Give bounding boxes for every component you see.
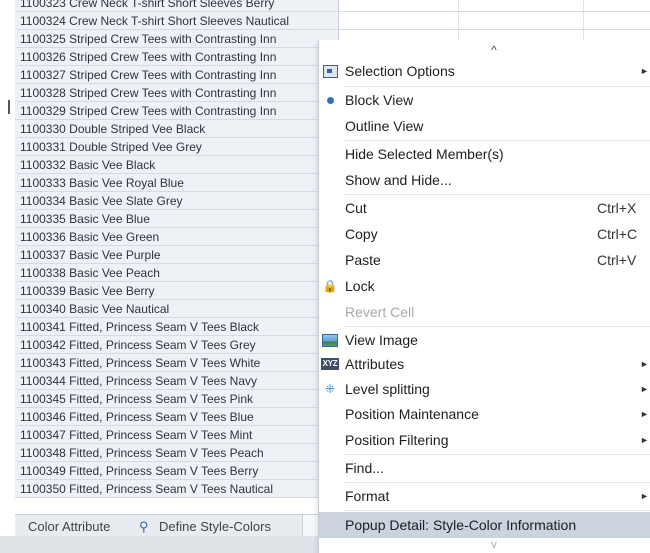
- member-name-cell[interactable]: 1100344 Fitted, Princess Seam V Tees Nav…: [15, 372, 339, 389]
- grid-cell[interactable]: [459, 12, 584, 29]
- submenu-arrow-icon: ►: [640, 384, 649, 394]
- submenu-arrow-icon: ►: [640, 359, 649, 369]
- member-name-cell[interactable]: 1100326 Striped Crew Tees with Contrasti…: [15, 48, 339, 65]
- menu-item-format[interactable]: Format ►: [319, 483, 650, 509]
- menu-item-label: Outline View: [345, 118, 424, 134]
- submenu-arrow-icon: ►: [640, 66, 649, 76]
- radio-selected-icon: [321, 91, 339, 109]
- member-name-cell[interactable]: 1100342 Fitted, Princess Seam V Tees Gre…: [15, 336, 339, 353]
- menu-item-label: Block View: [345, 92, 414, 108]
- member-name-cell[interactable]: 1100323 Crew Neck T-shirt Short Sleeves …: [15, 0, 339, 11]
- menu-item-label: View Image: [345, 332, 418, 348]
- menu-item-block-view[interactable]: Block View: [319, 87, 650, 113]
- menu-item-label: Paste: [345, 252, 381, 268]
- member-name-cell[interactable]: 1100332 Basic Vee Black: [15, 156, 339, 173]
- member-name-cell[interactable]: 1100346 Fitted, Princess Seam V Tees Blu…: [15, 408, 339, 425]
- menu-item-label: Attributes: [345, 356, 405, 372]
- member-name-cell[interactable]: 1100334 Basic Vee Slate Grey: [15, 192, 339, 209]
- menu-item-view-image[interactable]: View Image: [319, 327, 650, 353]
- member-name-cell[interactable]: 1100340 Basic Vee Nautical: [15, 300, 339, 317]
- level-splitting-icon: ⁜: [324, 382, 336, 396]
- menu-item-label: Selection Options: [345, 63, 455, 79]
- menu-item-lock[interactable]: 🔒 Lock: [319, 273, 650, 299]
- menu-item-label: Position Filtering: [345, 432, 449, 448]
- member-name-cell[interactable]: 1100337 Basic Vee Purple: [15, 246, 339, 263]
- menu-item-hide-selected-members[interactable]: Hide Selected Member(s): [319, 141, 650, 167]
- menu-item-cut[interactable]: Cut Ctrl+X: [319, 195, 650, 221]
- menu-item-show-and-hide[interactable]: Show and Hide...: [319, 167, 650, 193]
- member-name-cell[interactable]: 1100341 Fitted, Princess Seam V Tees Bla…: [15, 318, 339, 335]
- menu-separator: [345, 510, 650, 511]
- member-name-cell[interactable]: 1100327 Striped Crew Tees with Contrasti…: [15, 66, 339, 83]
- shortcut-label: Ctrl+V: [597, 252, 637, 268]
- menu-item-outline-view[interactable]: Outline View: [319, 113, 650, 139]
- menu-item-label: Show and Hide...: [345, 172, 452, 188]
- member-name-cell[interactable]: 1100347 Fitted, Princess Seam V Tees Min…: [15, 426, 339, 443]
- menu-item-label: Hide Selected Member(s): [345, 146, 504, 162]
- menu-item-position-filtering[interactable]: Position Filtering ►: [319, 427, 650, 453]
- member-name-cell[interactable]: 1100336 Basic Vee Green: [15, 228, 339, 245]
- menu-item-label: Revert Cell: [345, 304, 415, 320]
- menu-item-label: Popup Detail: Style-Color Information: [345, 517, 577, 533]
- menu-item-position-maintenance[interactable]: Position Maintenance ►: [319, 401, 650, 427]
- member-name-cell[interactable]: 1100338 Basic Vee Peach: [15, 264, 339, 281]
- menu-item-paste[interactable]: Paste Ctrl+V: [319, 247, 650, 273]
- shortcut-label: Ctrl+X: [597, 200, 637, 216]
- menu-item-label: Lock: [345, 278, 375, 294]
- grid-cell[interactable]: [339, 0, 459, 11]
- menu-item-label: Find...: [345, 460, 384, 476]
- table-row[interactable]: 1100324 Crew Neck T-shirt Short Sleeves …: [15, 12, 650, 30]
- image-icon: [321, 331, 339, 349]
- menu-item-revert-cell: Revert Cell: [319, 299, 650, 325]
- menu-scroll-up-arrow[interactable]: ^: [319, 42, 650, 58]
- member-name-cell[interactable]: 1100330 Double Striped Vee Black: [15, 120, 339, 137]
- xyz-icon-text: XYZ: [320, 358, 340, 370]
- member-name-cell[interactable]: 1100328 Striped Crew Tees with Contrasti…: [15, 84, 339, 101]
- member-name-cell[interactable]: 1100325 Striped Crew Tees with Contrasti…: [15, 30, 339, 47]
- row-marker: [8, 100, 10, 114]
- lock-icon: 🔒: [322, 279, 338, 293]
- selection-options-icon: [321, 62, 339, 80]
- member-name-cell[interactable]: 1100350 Fitted, Princess Seam V Tees Nau…: [15, 480, 339, 497]
- tab-label: Define Style-Colors: [159, 518, 271, 534]
- member-name-cell[interactable]: 1100339 Basic Vee Berry: [15, 282, 339, 299]
- menu-item-attributes[interactable]: XYZ Attributes ►: [319, 351, 650, 377]
- menu-item-selection-options[interactable]: Selection Options ►: [319, 58, 650, 84]
- tab-define-style-colors[interactable]: ⚲ Define Style-Colors: [139, 515, 271, 537]
- menu-item-popup-detail[interactable]: Popup Detail: Style-Color Information: [319, 512, 650, 538]
- member-name-cell[interactable]: 1100329 Striped Crew Tees with Contrasti…: [15, 102, 339, 119]
- member-name-cell[interactable]: 1100324 Crew Neck T-shirt Short Sleeves …: [15, 12, 339, 29]
- member-name-cell[interactable]: 1100348 Fitted, Princess Seam V Tees Pea…: [15, 444, 339, 461]
- table-row[interactable]: 1100323 Crew Neck T-shirt Short Sleeves …: [15, 0, 650, 12]
- member-name-cell[interactable]: 1100335 Basic Vee Blue: [15, 210, 339, 227]
- submenu-arrow-icon: ►: [640, 409, 649, 419]
- shortcut-label: Ctrl+C: [597, 226, 638, 242]
- menu-item-label: Cut: [345, 200, 367, 216]
- member-name-cell[interactable]: 1100349 Fitted, Princess Seam V Tees Ber…: [15, 462, 339, 479]
- menu-scroll-down-arrow[interactable]: v: [319, 536, 650, 552]
- tab-color-attribute[interactable]: Color Attribute: [28, 515, 110, 537]
- context-menu: ^ Selection Options ► Block View Outline…: [318, 40, 650, 553]
- grid-cell[interactable]: [459, 0, 584, 11]
- menu-item-label: Position Maintenance: [345, 406, 479, 422]
- menu-item-find[interactable]: Find...: [319, 455, 650, 481]
- member-name-cell[interactable]: 1100331 Double Striped Vee Grey: [15, 138, 339, 155]
- submenu-arrow-icon: ►: [640, 491, 649, 501]
- menu-item-label: Format: [345, 488, 390, 504]
- menu-item-label: Copy: [345, 226, 378, 242]
- member-name-cell[interactable]: 1100343 Fitted, Princess Seam V Tees Whi…: [15, 354, 339, 371]
- pin-icon: ⚲: [139, 518, 149, 534]
- member-name-cell[interactable]: 1100333 Basic Vee Royal Blue: [15, 174, 339, 191]
- member-name-cell[interactable]: 1100345 Fitted, Princess Seam V Tees Pin…: [15, 390, 339, 407]
- tab-label: Color Attribute: [28, 518, 111, 534]
- menu-item-copy[interactable]: Copy Ctrl+C: [319, 221, 650, 247]
- submenu-arrow-icon: ►: [640, 435, 649, 445]
- grid-cell[interactable]: [339, 12, 459, 29]
- menu-item-label: Level splitting: [345, 381, 430, 397]
- xyz-icon: XYZ: [320, 355, 340, 373]
- menu-item-level-splitting[interactable]: ⁜ Level splitting ►: [319, 376, 650, 402]
